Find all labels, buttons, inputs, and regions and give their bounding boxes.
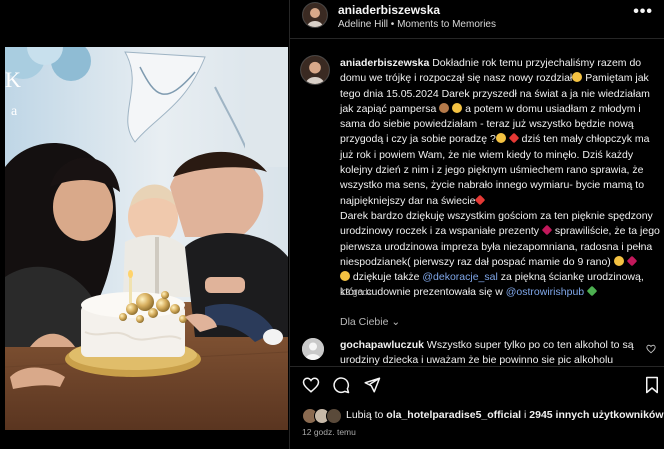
avatar-image — [303, 3, 327, 27]
actions-divider — [290, 366, 664, 367]
red-heart-emoji-icon — [508, 133, 520, 144]
author-avatar[interactable] — [302, 2, 328, 28]
caption-text: dziękuje także — [350, 271, 423, 284]
pink-heart-emoji-icon — [541, 224, 553, 236]
header-divider — [290, 38, 664, 39]
pink-heart-emoji-icon — [626, 255, 637, 267]
author-username[interactable]: aniaderbiszewska — [338, 3, 440, 17]
wall-letter: K — [5, 67, 21, 92]
commenter-avatar[interactable] — [302, 338, 324, 360]
likes-text[interactable]: Lubią to ola_hotelparadise5_official i 2… — [346, 409, 663, 421]
post-header: aniaderbiszewska Adeline Hill • Moments … — [290, 0, 664, 38]
bookmark-icon[interactable] — [643, 376, 661, 394]
caption-author-avatar[interactable] — [300, 55, 330, 85]
post-location-audio[interactable]: Adeline Hill • Moments to Memories — [338, 19, 496, 30]
more-options-button[interactable]: ••• — [633, 3, 653, 21]
share-icon[interactable] — [363, 376, 381, 394]
likes-summary[interactable]: Lubią to ola_hotelparadise5_official i 2… — [302, 408, 663, 424]
wall-letter-small: a — [11, 104, 18, 119]
comment-icon[interactable] — [332, 376, 350, 394]
avatar-image — [301, 56, 329, 84]
mention-link[interactable]: @dekoracje_sal — [422, 271, 497, 283]
birthday-photo: K a — [5, 47, 288, 430]
green-heart-emoji-icon — [586, 286, 598, 297]
comment-text: gochapawluczuk Wszystko super tylko po c… — [340, 338, 650, 368]
comments-filter-dropdown[interactable]: Dla Ciebie ⌄ — [340, 316, 400, 328]
heart-icon[interactable] — [302, 376, 320, 394]
post-caption: aniaderbiszewska Dokładnie rok temu przy… — [340, 56, 662, 301]
post-date[interactable]: 12 godz. temu — [302, 427, 356, 437]
post-photo[interactable]: K a — [5, 47, 288, 430]
comment-like-heart-icon[interactable] — [646, 344, 656, 354]
liker-username[interactable]: ola_hotelparadise5_official — [386, 409, 521, 421]
smile-emoji-icon — [495, 133, 506, 144]
default-avatar-icon — [302, 338, 324, 360]
mention-link[interactable]: @ostrowirishpub — [506, 286, 584, 298]
commenter-username[interactable]: gochapawluczuk — [340, 339, 424, 351]
instagram-post: K a aniaderbiszewska Adeline Hill • Mome… — [0, 0, 664, 449]
smile-emoji-icon — [572, 72, 583, 83]
red-heart-emoji-icon — [475, 194, 486, 205]
monkey-emoji-icon — [439, 102, 450, 113]
grin-emoji-icon — [452, 102, 463, 113]
likes-count[interactable]: 2945 innych użytkowników — [529, 409, 663, 421]
caption-username[interactable]: aniaderbiszewska — [340, 57, 429, 69]
laugh-emoji-icon — [613, 255, 624, 266]
liker-avatar — [326, 408, 342, 424]
smile-emoji-icon — [340, 271, 350, 282]
post-actions-bar — [290, 370, 664, 400]
caption-timestamp[interactable]: 12 godz. — [340, 287, 375, 297]
likes-prefix: Lubią to — [346, 409, 387, 421]
post-details-panel: aniaderbiszewska Adeline Hill • Moments … — [289, 0, 664, 449]
